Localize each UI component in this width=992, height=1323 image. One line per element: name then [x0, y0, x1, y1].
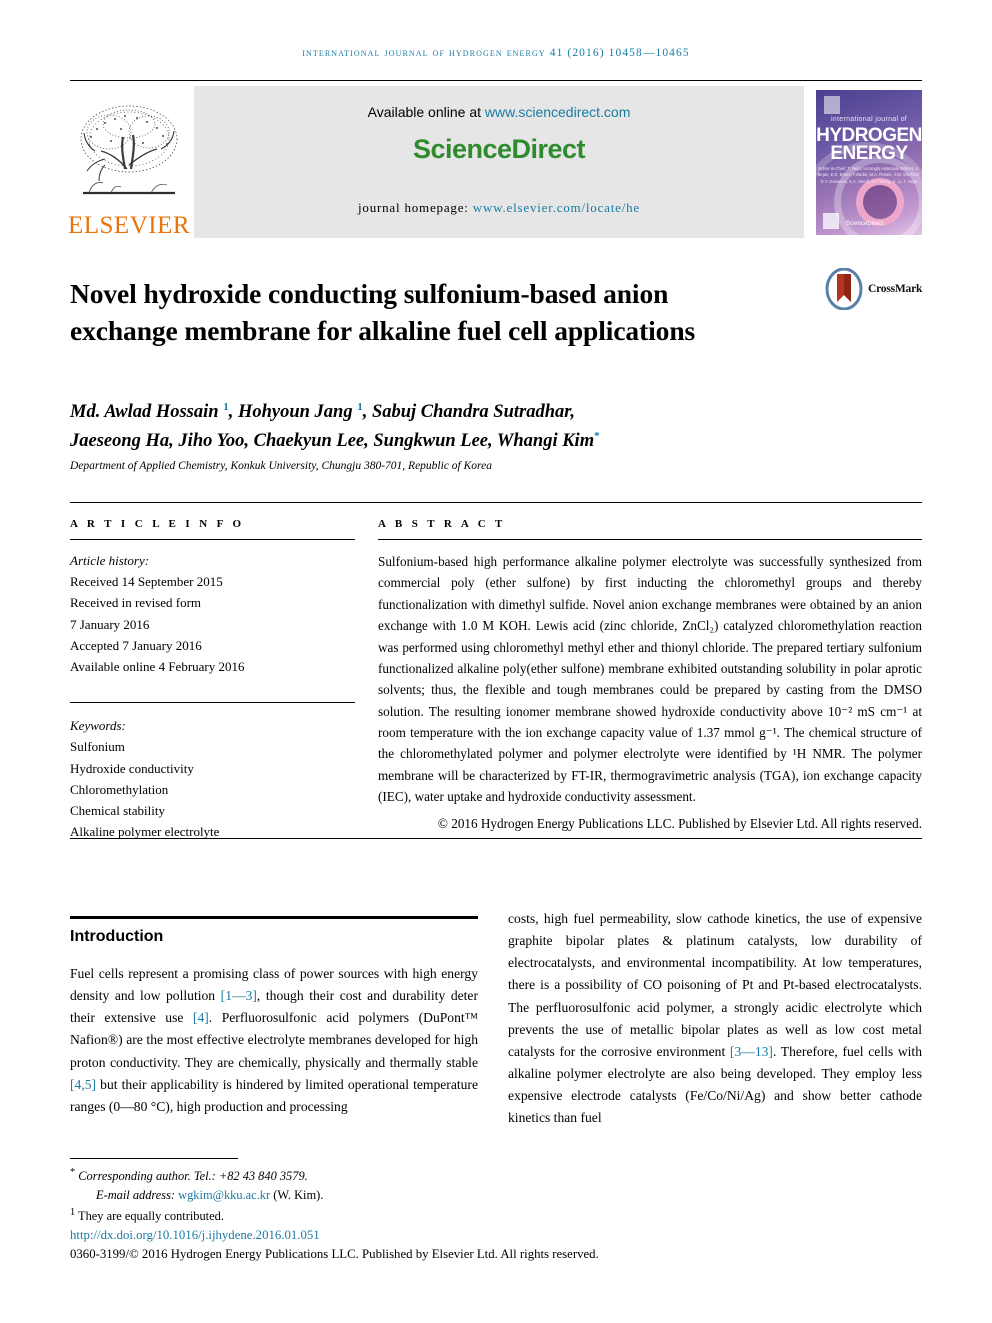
introduction-rule: [70, 916, 478, 919]
equal-contribution-note: 1 They are equally contributed.: [70, 1205, 630, 1226]
author-list: Md. Awlad Hossain 1, Hohyoun Jang 1, Sab…: [70, 398, 860, 456]
journal-homepage-line: journal homepage: www.elsevier.com/locat…: [194, 200, 804, 216]
author-segment-2: , Hohyoun Jang: [228, 402, 358, 422]
doi-link-wrapper: http://dx.doi.org/10.1016/j.ijhydene.201…: [70, 1228, 320, 1243]
author-segment-1: Md. Awlad Hossain: [70, 402, 224, 422]
article-info-heading: A R T I C L E I N F O: [70, 518, 245, 530]
journal-cover-image: international journal of HYDROGEN ENERGY…: [816, 89, 922, 235]
keyword-item: Chemical stability: [70, 802, 165, 818]
keyword-item: Hydroxide conductivity: [70, 760, 194, 776]
cover-elsevier-mark-icon: [824, 95, 840, 114]
footnote-block: * Corresponding author. Tel.: +82 43 840…: [70, 1165, 630, 1226]
intro-right-seg-1: costs, high fuel permeability, slow cath…: [508, 911, 922, 1059]
corresponding-author-note: * Corresponding author. Tel.: +82 43 840…: [70, 1165, 630, 1186]
article-available-online: Available online 4 February 2016: [70, 658, 245, 674]
crossmark-glyph-icon: [825, 267, 863, 311]
doi-link[interactable]: http://dx.doi.org/10.1016/j.ijhydene.201…: [70, 1228, 320, 1242]
footer-copyright: 0360-3199/© 2016 Hydrogen Energy Publica…: [70, 1247, 599, 1261]
keyword-item: Chloromethylation: [70, 781, 169, 797]
cover-title-line1: HYDROGEN: [816, 124, 922, 146]
author-segment-3: , Sabuj Chandra Sutradhar,: [362, 402, 576, 422]
sciencedirect-logo-direct: Direct: [511, 134, 586, 164]
corresponding-author-marker[interactable]: *: [594, 430, 600, 442]
crossmark-icon: [824, 267, 864, 311]
affiliation: Department of Applied Chemistry, Konkuk …: [70, 460, 492, 472]
sciencedirect-logo[interactable]: ScienceDirect: [194, 134, 804, 165]
crossmark-label: CrossMark: [868, 283, 923, 295]
header-rule: [70, 80, 922, 81]
journal-cover-block: international journal of HYDROGEN ENERGY…: [810, 86, 922, 238]
article-received: Received 14 September 2015: [70, 574, 223, 590]
email-note: E-mail address: wgkim@kku.ac.kr (W. Kim)…: [70, 1186, 630, 1205]
page-title: Novel hydroxide conducting sulfonium-bas…: [70, 278, 696, 346]
keywords-list: Keywords: Sulfonium Hydroxide conductivi…: [70, 715, 355, 842]
abstract-body: Sulfonium-based high performance alkalin…: [378, 554, 922, 805]
keywords-divider: [70, 702, 355, 704]
intro-paragraph-left: Fuel cells represent a promising class o…: [70, 963, 478, 1118]
abstract-heading: A B S T R A C T: [378, 518, 506, 530]
citation-ref-1-3[interactable]: [1—3]: [221, 988, 257, 1003]
email-link[interactable]: wgkim@kku.ac.kr: [178, 1188, 270, 1202]
elsevier-logo: ELSEVIER: [67, 86, 191, 239]
article-history-label: Article history:: [70, 553, 150, 568]
elsevier-wordmark: ELSEVIER: [67, 212, 191, 239]
corresponding-note-text: Corresponding author. Tel.: +82 43 840 3…: [78, 1169, 308, 1184]
article-info-column: A R T I C L E I N F O Article history: R…: [70, 518, 355, 842]
email-owner: (W. Kim).: [273, 1187, 324, 1202]
article-history-block: Article history: Received 14 September 2…: [70, 550, 355, 677]
paper-page: International Journal of Hydrogen Energy…: [0, 0, 992, 1323]
elsevier-tree-icon: [80, 105, 178, 195]
footnote-rule: [70, 1158, 238, 1159]
intro-left-seg-4: but their applicability is hindered by l…: [70, 1076, 478, 1114]
keyword-item: Sulfonium: [70, 739, 125, 755]
equal-contribution-marker: 1: [70, 1206, 76, 1218]
sciencedirect-url-link[interactable]: www.sciencedirect.com: [485, 104, 631, 120]
cover-editors: Editor-in-Chief: T. Nejat Veziroglu Asso…: [817, 165, 921, 184]
author-segment-4: Jaeseong Ha, Jiho Yoo, Chaekyun Lee, Sun…: [70, 431, 595, 452]
equal-contribution-text: They are equally contributed.: [78, 1208, 224, 1223]
journal-homepage-link[interactable]: www.elsevier.com/locate/he: [473, 200, 640, 215]
abstract-column: A B S T R A C T Sulfonium-based high per…: [378, 518, 922, 834]
journal-masthead: ELSEVIER Available online at www.science…: [67, 86, 922, 239]
cover-publisher-mark-icon: [823, 212, 839, 229]
section-heading-introduction: Introduction: [70, 928, 164, 945]
cover-eyebrow: international journal of: [830, 115, 908, 123]
article-revised-label: Received in revised form: [70, 595, 202, 611]
abstract-copyright: © 2016 Hydrogen Energy Publications LLC.…: [437, 815, 922, 831]
journal-homepage-label: journal homepage:: [357, 200, 469, 215]
info-section-rule: [70, 502, 922, 503]
running-head: International Journal of Hydrogen Energy…: [302, 47, 690, 59]
keyword-item: Alkaline polymer electrolyte: [70, 824, 220, 840]
body-top-rule: [70, 838, 922, 839]
citation-ref-3-13[interactable]: [3—13]: [730, 1044, 773, 1059]
available-label: Available online at: [367, 104, 481, 120]
citation-ref-4-5[interactable]: [4,5]: [70, 1077, 96, 1092]
keywords-label: Keywords:: [70, 718, 126, 734]
email-label: E-mail address:: [96, 1187, 176, 1202]
article-info-divider: [70, 539, 355, 540]
crossmark-badge[interactable]: CrossMark: [824, 266, 924, 312]
abstract-divider: [378, 539, 922, 540]
corresponding-note-marker: *: [70, 1167, 76, 1178]
cover-sciencedirect-label: ScienceDirect: [846, 220, 884, 227]
article-revised-date: 7 January 2016: [70, 616, 150, 632]
sciencedirect-logo-science: Science: [412, 134, 512, 164]
available-online-text: Available online at www.sciencedirect.co…: [194, 104, 804, 120]
sciencedirect-banner: Available online at www.sciencedirect.co…: [194, 86, 804, 238]
intro-paragraph-right: costs, high fuel permeability, slow cath…: [508, 908, 922, 1130]
citation-ref-4[interactable]: [4]: [193, 1010, 209, 1025]
keywords-block: Keywords: Sulfonium Hydroxide conductivi…: [70, 690, 355, 842]
article-accepted: Accepted 7 January 2016: [70, 637, 202, 653]
cover-title-line2: ENERGY: [830, 142, 908, 164]
